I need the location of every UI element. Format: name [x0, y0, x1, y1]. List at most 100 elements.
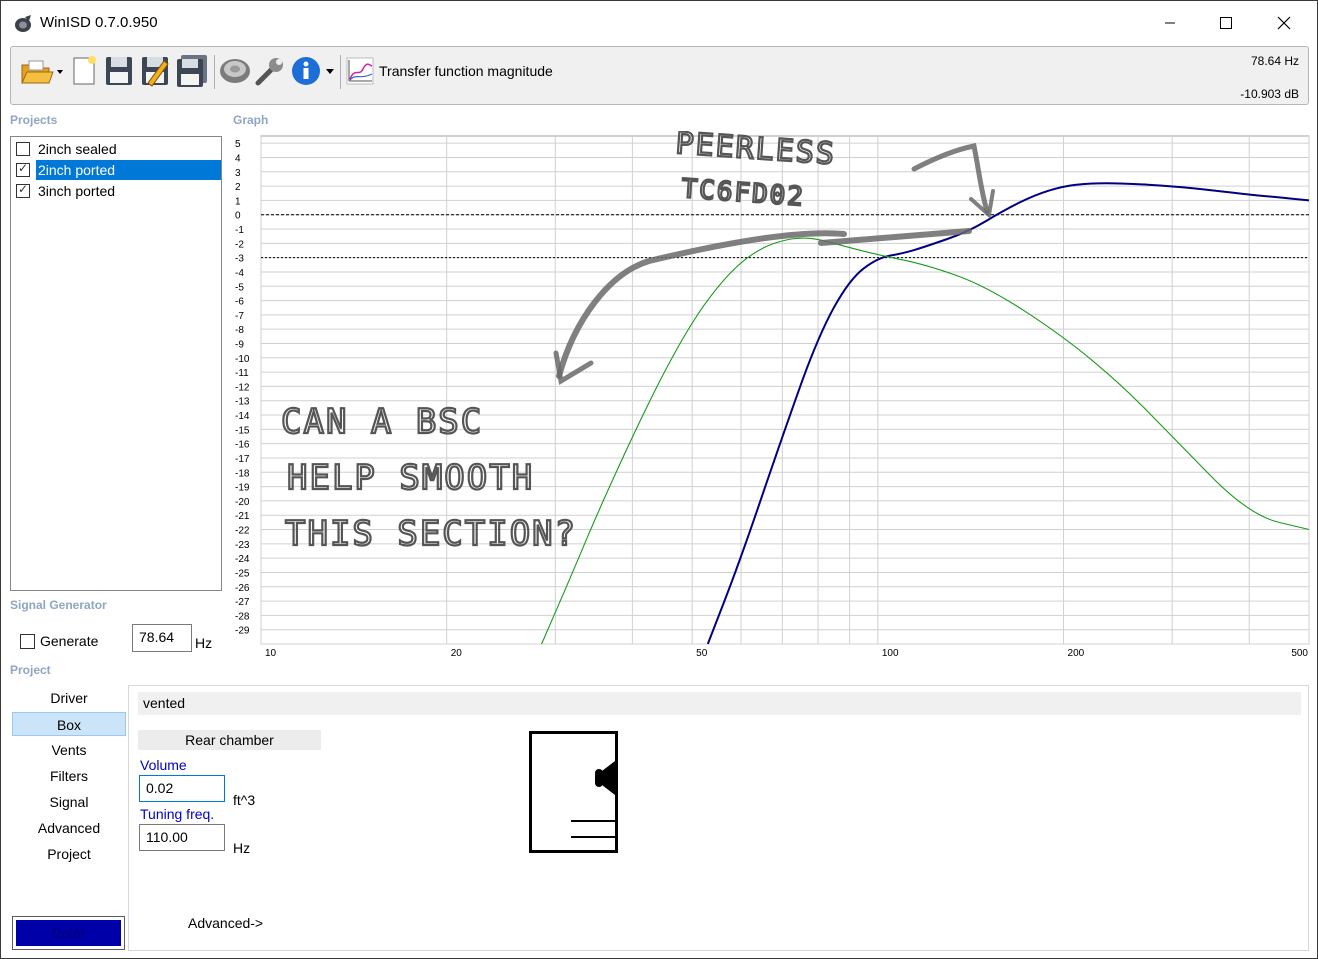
handwritten-text: HELP SMOOTH	[287, 458, 534, 498]
graph-type-label[interactable]: Transfer function magnitude	[379, 63, 553, 79]
open-project-button[interactable]	[19, 53, 65, 89]
handwritten-text: CAN A BSC	[281, 402, 483, 442]
x-tick-label: 200	[1068, 648, 1085, 659]
y-tick-label: -25	[235, 568, 250, 579]
project-name[interactable]: 2inch sealed	[36, 139, 221, 159]
y-tick-label: 4	[235, 153, 241, 164]
y-tick-label: -15	[235, 425, 250, 436]
generate-label[interactable]: Generate	[40, 633, 98, 649]
generator-frequency-unit: Hz	[195, 635, 213, 651]
color-button[interactable]: Color	[12, 916, 125, 950]
close-button[interactable]	[1261, 1, 1307, 45]
project-checkbox[interactable]: ✓	[16, 182, 30, 198]
y-tick-label: -20	[235, 497, 250, 508]
generate-checkbox[interactable]	[20, 634, 35, 649]
graph-icon	[346, 57, 374, 85]
y-tick-label: -17	[235, 454, 250, 465]
y-tick-label: -23	[235, 540, 250, 551]
wrench-icon	[255, 58, 283, 86]
signal-generator-group-label: Signal Generator	[10, 598, 107, 612]
window-title: WinISD 0.7.0.950	[40, 14, 158, 31]
checkmark-icon: ✓	[18, 182, 29, 196]
toolbar-separator	[214, 55, 215, 89]
y-tick-label: -28	[235, 611, 250, 622]
tuning-frequency-label: Tuning freq.	[140, 806, 215, 822]
save-all-button[interactable]	[175, 53, 209, 89]
driver-editor-button[interactable]	[218, 53, 252, 89]
maximize-icon	[1220, 17, 1232, 29]
cursor-frequency-readout: 78.64 Hz	[1250, 54, 1299, 68]
graph-panel[interactable]: 5 4 3 2 1 0 -1 -2 -3 -4 -5 -6 -7 -8 -9 -10 -11 -12 -13 -14-…	[229, 125, 1314, 661]
y-tick-label: -5	[235, 282, 244, 293]
project-nav: Driver Box Vents Filters Signal Advanced…	[10, 685, 128, 953]
nav-item-filters[interactable]: Filters	[12, 764, 126, 788]
tuning-frequency-input[interactable]: 110.00	[139, 824, 225, 851]
nav-item-signal[interactable]: Signal	[12, 790, 126, 814]
y-tick-label: -3	[235, 254, 244, 265]
project-name[interactable]: 3inch ported	[36, 181, 221, 201]
x-tick-label: 10	[265, 648, 277, 659]
y-tick-label: 3	[235, 168, 241, 179]
volume-input[interactable]: 0.02	[139, 775, 225, 802]
project-name[interactable]: 2inch ported	[36, 160, 221, 180]
nav-item-advanced[interactable]: Advanced	[12, 816, 126, 840]
x-tick-labels: 10 20 50 100 200 500	[265, 648, 1308, 659]
save-all-icon	[177, 55, 207, 87]
save-as-icon	[142, 57, 169, 87]
x-tick-label: 500	[1291, 648, 1308, 659]
maximize-button[interactable]	[1203, 1, 1249, 45]
tools-button[interactable]	[254, 53, 286, 89]
new-project-button[interactable]	[69, 53, 99, 89]
y-tick-label: 2	[235, 182, 241, 193]
y-tick-label: -14	[235, 411, 250, 422]
y-tick-label: -4	[235, 268, 244, 279]
y-tick-label: -9	[235, 339, 244, 350]
y-tick-label: -8	[235, 325, 244, 336]
generator-frequency-input[interactable]: 78.64	[132, 624, 192, 652]
y-tick-label: -26	[235, 583, 250, 594]
y-tick-label: 1	[235, 196, 241, 207]
speaker-driver-icon	[220, 59, 250, 83]
y-tick-label: -1	[235, 225, 244, 236]
toolbar: Transfer function magnitude 78.64 Hz -10…	[10, 46, 1309, 105]
y-tick-label: -12	[235, 382, 250, 393]
y-tick-labels: 5 4 3 2 1 0 -1 -2 -3 -4 -5 -6 -7 -8 -9 -10 -11 -12 -13 -14 -…	[235, 139, 250, 637]
color-button-label: Color	[16, 920, 121, 946]
frequency-response-chart[interactable]: 543210-1-2-3-4-5-6-7-8-9-10-11-12-13-14-…	[229, 125, 1314, 661]
nav-item-project[interactable]: Project	[12, 842, 126, 866]
toolbar-separator	[340, 55, 341, 89]
nav-item-vents[interactable]: Vents	[12, 738, 126, 762]
y-tick-label: -10	[235, 354, 250, 365]
project-item-2inch-sealed[interactable]: 2inch sealed	[13, 139, 221, 159]
project-checkbox[interactable]: ✓	[16, 161, 30, 177]
project-item-2inch-ported[interactable]: ✓ 2inch ported	[13, 160, 221, 180]
x-tick-label: 100	[882, 648, 899, 659]
projects-list: 2inch sealed ✓ 2inch ported ✓ 3inch port…	[10, 136, 222, 591]
y-tick-label: -22	[235, 526, 250, 537]
nav-item-box[interactable]: Box	[12, 712, 126, 736]
y-tick-label: -18	[235, 468, 250, 479]
y-tick-label: 5	[235, 139, 241, 150]
rear-chamber-header: Rear chamber	[138, 730, 321, 750]
y-tick-label: -29	[235, 626, 250, 637]
box-type-header: vented	[138, 692, 1301, 715]
project-checkbox[interactable]	[16, 142, 30, 156]
advanced-link[interactable]: Advanced->	[188, 915, 263, 931]
projects-group-label: Projects	[10, 113, 58, 127]
open-folder-icon	[21, 60, 63, 84]
graph-group-label: Graph	[233, 113, 269, 127]
y-tick-label: -21	[235, 511, 250, 522]
new-project-icon	[73, 56, 96, 85]
info-button[interactable]	[290, 53, 338, 89]
graph-type-button[interactable]	[345, 53, 375, 89]
save-as-button[interactable]	[139, 53, 171, 89]
save-button[interactable]	[103, 53, 135, 89]
project-item-3inch-ported[interactable]: ✓ 3inch ported	[13, 181, 221, 201]
y-tick-label: -11	[235, 368, 249, 379]
app-logo-icon	[15, 15, 31, 32]
minimize-button[interactable]	[1147, 1, 1193, 45]
close-icon	[1277, 16, 1291, 30]
nav-item-driver[interactable]: Driver	[12, 686, 126, 710]
info-icon	[292, 57, 334, 85]
box-panel: vented Rear chamber Volume 0.02 ft^3 Tun…	[128, 685, 1309, 951]
